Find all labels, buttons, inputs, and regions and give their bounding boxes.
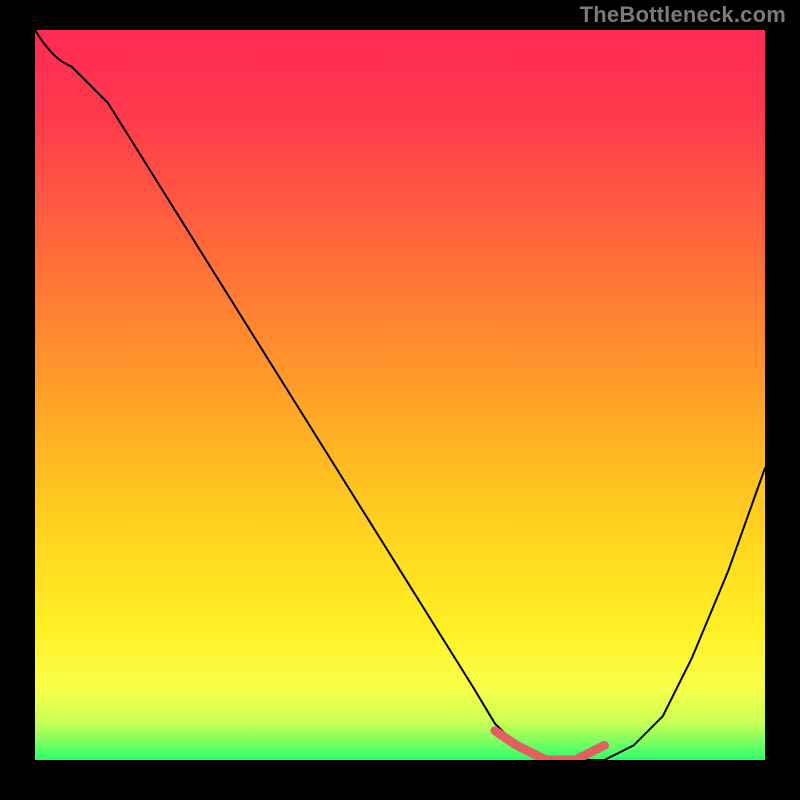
plot-area [35,30,765,760]
chart-stage: TheBottleneck.com [0,0,800,800]
plot-svg [35,30,765,760]
watermark-text: TheBottleneck.com [580,2,786,28]
gradient-background [35,30,765,760]
